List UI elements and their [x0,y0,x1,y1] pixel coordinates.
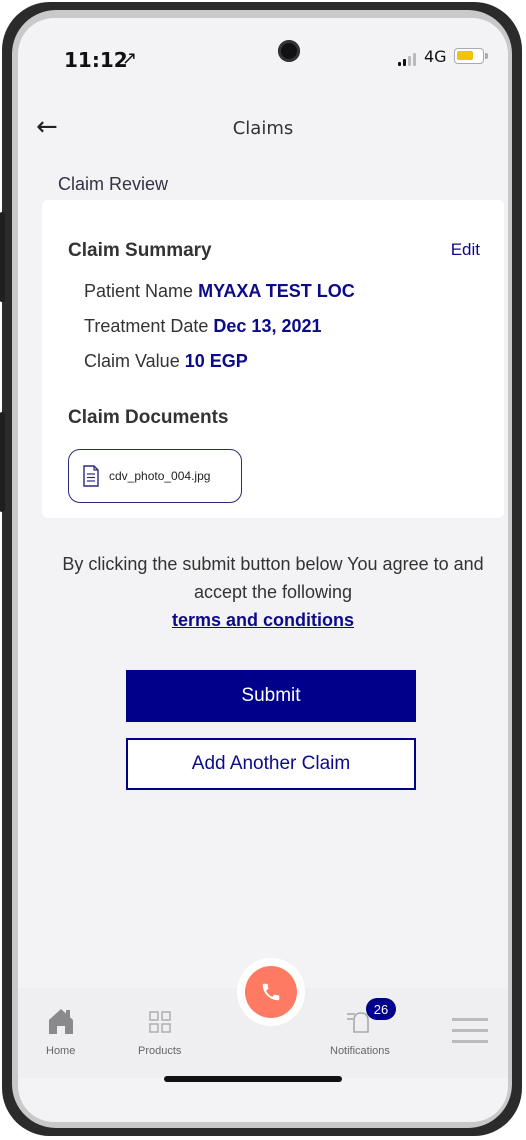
document-chip[interactable]: cdv_photo_004.jpg [68,449,242,503]
add-another-claim-button[interactable]: Add Another Claim [126,738,416,790]
home-icon [48,1009,73,1034]
signal-icon [398,50,416,66]
battery-level [457,51,473,60]
terms-link[interactable]: terms and conditions [18,610,508,631]
nav-menu[interactable] [452,1016,488,1049]
treatment-date-value: Dec 13, 2021 [213,316,322,336]
status-bar: 11:12 ↗ 4G [18,18,508,98]
nav-products[interactable]: Products [138,1006,181,1057]
patient-name-value: MYAXA TEST LOC [198,281,355,301]
claim-summary-heading: Claim Summary [68,240,212,261]
patient-name-label: Patient Name [84,281,194,301]
phone-frame: 11:12 ↗ 4G ← Claims Claim Review Claim S… [0,2,522,1136]
agreement-text: By clicking the submit button below You … [62,554,484,602]
nav-notifications-label: Notifications [330,1045,390,1057]
edit-link[interactable]: Edit [451,240,480,260]
notifications-count-badge: 26 [366,998,396,1020]
claim-value-row: Claim Value 10 EGP [84,351,248,372]
document-file-name: cdv_photo_004.jpg [109,469,211,483]
home-indicator [164,1076,342,1082]
page-title: Claims [232,118,294,139]
phone-icon [262,983,280,1001]
section-title: Claim Review [58,174,169,194]
battery-icon [454,48,488,64]
call-button[interactable] [245,966,297,1018]
treatment-date-label: Treatment Date [84,316,209,336]
nav-home-label: Home [46,1045,76,1057]
document-icon [83,465,99,487]
power-button [0,412,5,512]
claim-value-value: 10 EGP [184,351,248,371]
patient-name-row: Patient Name MYAXA TEST LOC [84,281,355,302]
hamburger-menu-icon [452,1018,488,1043]
nav-home[interactable]: Home [46,1006,75,1057]
treatment-date-row: Treatment Date Dec 13, 2021 [84,316,322,337]
submit-button[interactable]: Submit [126,670,416,722]
nav-products-label: Products [138,1045,182,1057]
network-type: 4G [424,47,447,66]
claim-documents-heading: Claim Documents [68,407,229,428]
products-grid-icon [149,1011,171,1033]
claim-summary-card: Claim Summary Edit Patient Name MYAXA TE… [42,200,504,518]
status-time: 11:12 [64,48,128,72]
location-arrow-icon: ↗ [122,48,138,69]
screen: 11:12 ↗ 4G ← Claims Claim Review Claim S… [18,18,508,1122]
claim-value-label: Claim Value [84,351,180,371]
volume-button [0,212,5,302]
front-camera [278,40,300,62]
bottom-nav: Home Products Notifications 26 [18,966,508,1078]
